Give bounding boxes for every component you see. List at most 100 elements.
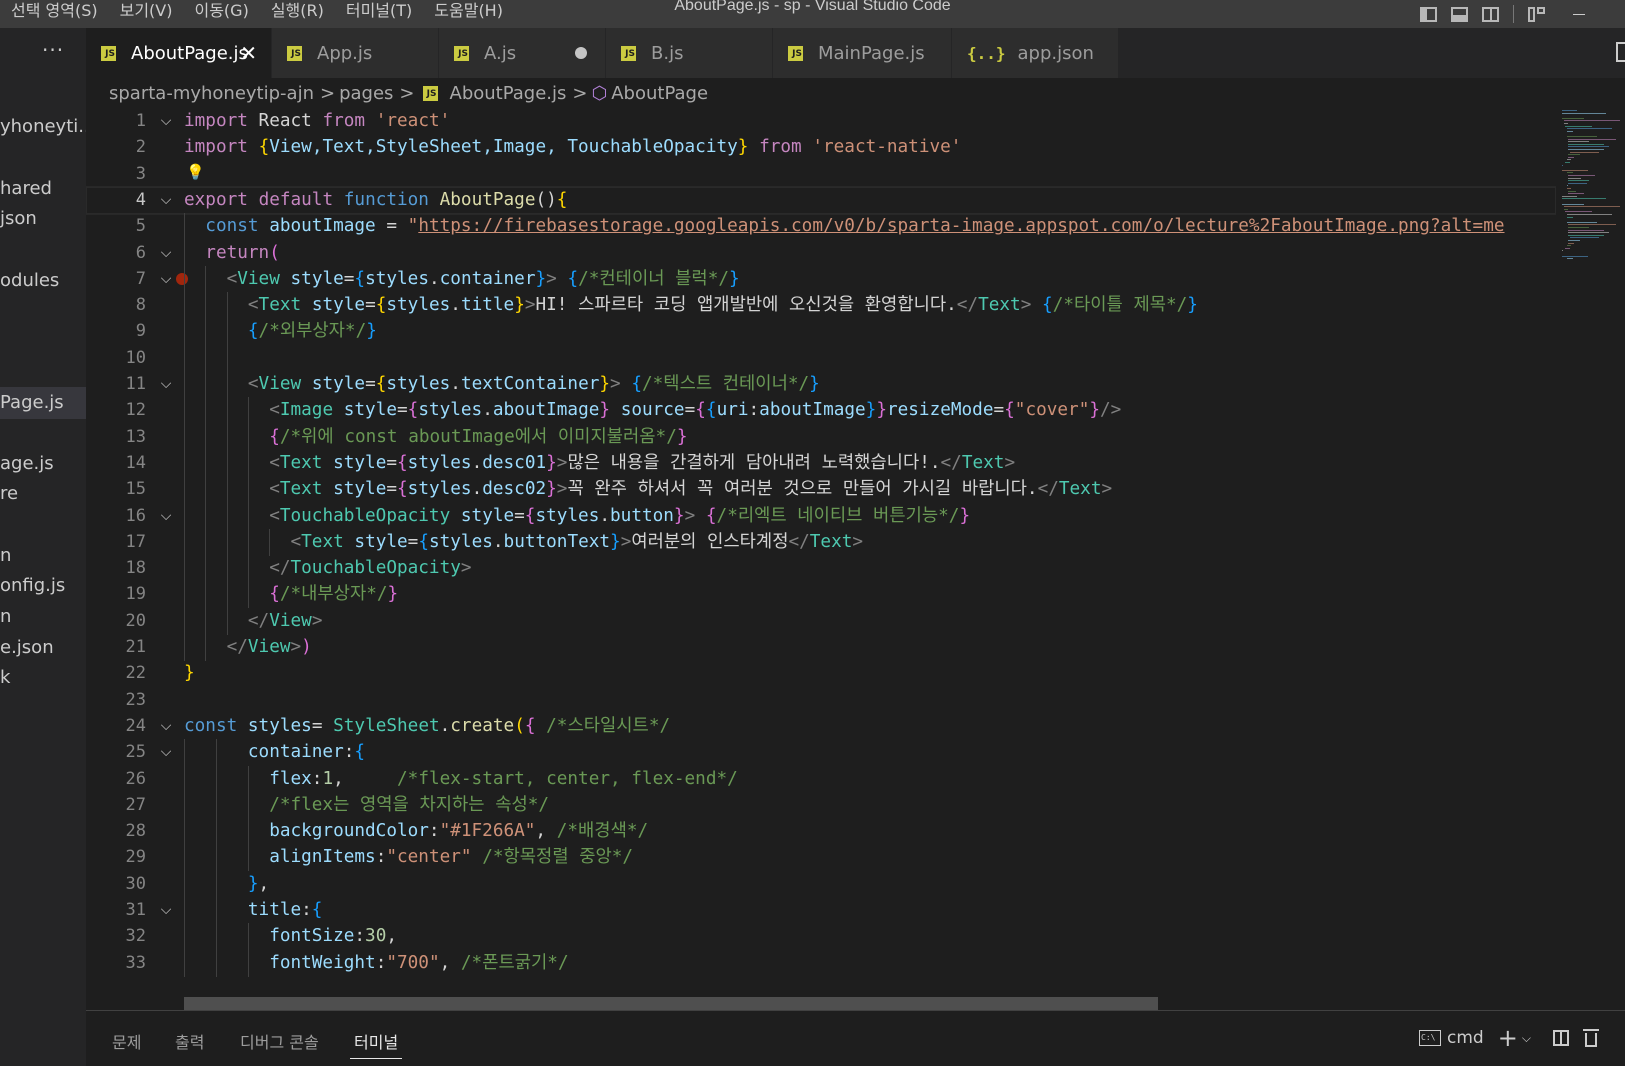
code-line[interactable]: 15 <Text style={styles.desc02}>꼭 완주 하셔서 꼭… (86, 476, 1556, 504)
indent-guide (184, 344, 185, 372)
code-line[interactable]: 1 ⌵ import React from 'react' (86, 108, 1556, 135)
tab-b-js[interactable]: JS B.js (606, 28, 773, 78)
code-editor[interactable]: 1 ⌵ import React from 'react' 2 import {View… (86, 108, 1556, 1010)
chevron-down-icon[interactable]: ⌵ (1522, 1031, 1531, 1046)
code-line[interactable]: 20 </View> (86, 607, 1556, 635)
code-line[interactable]: 18 </TouchableOpacity> (86, 555, 1556, 583)
trash-icon[interactable] (1582, 1029, 1599, 1047)
indent-guide (184, 528, 185, 556)
code-line[interactable]: 12 <Image style={styles.aboutImage} sourc… (86, 397, 1556, 425)
code-line[interactable]: 30}, (86, 870, 1556, 898)
explorer-item[interactable]: age.js (0, 448, 86, 480)
tab-terminal[interactable]: 터미널 (349, 1029, 403, 1059)
minimize-icon[interactable] (1573, 14, 1585, 15)
tab-debug-console[interactable]: 디버그 콘솔 (240, 1029, 319, 1053)
code-token: } (247, 873, 259, 894)
tab-mainpage-js[interactable]: JS MainPage.js (773, 28, 952, 78)
code-line[interactable]: 2 import {View,Text,StyleSheet,Image, Tou… (86, 134, 1556, 161)
code-line[interactable]: 3 💡 (86, 161, 1556, 188)
toggle-primary-sidebar-icon[interactable] (1420, 6, 1437, 22)
fold-chevron-icon[interactable]: ⌵ (156, 108, 176, 135)
code-token: source (620, 400, 685, 421)
code-token: = (514, 505, 525, 526)
tab-app-js[interactable]: JS App.js (272, 28, 439, 78)
code-line[interactable]: 25 ⌵ container:{ (86, 739, 1556, 767)
explorer-item[interactable]: odules (0, 265, 86, 297)
explorer-item[interactable]: hared (0, 173, 86, 205)
explorer-item[interactable]: e.json (0, 632, 86, 664)
tab-output[interactable]: 출력 (175, 1029, 204, 1053)
code-line[interactable]: 13 {/*위에 const aboutImage에서 이미지불러옴*/} (86, 423, 1556, 451)
window-title: AboutPage.js - sp - Visual Studio Code (674, 0, 951, 14)
code-line[interactable]: 27 /*flex는 영역을 차지하는 속성*/ (86, 791, 1556, 819)
customize-layout-icon[interactable] (1528, 6, 1545, 22)
new-terminal-icon[interactable]: + (1498, 1024, 1518, 1052)
code-token: { (705, 505, 717, 526)
toggle-panel-icon[interactable] (1451, 6, 1468, 22)
split-terminal-icon[interactable] (1552, 1030, 1569, 1046)
lightbulb-icon[interactable]: 💡 (186, 163, 205, 181)
code-line[interactable]: 9 {/*외부상자*/} (86, 318, 1556, 346)
explorer-item[interactable]: onfig.js (0, 570, 86, 602)
indent-guide (247, 765, 249, 793)
indent-guide (184, 634, 185, 661)
explorer-item[interactable]: re (0, 478, 86, 510)
breadcrumb-symbol[interactable]: AboutPage (611, 83, 708, 104)
explorer-item[interactable]: n (0, 540, 86, 572)
fold-chevron-icon[interactable]: ⌵ (156, 240, 176, 267)
fold-chevron-icon[interactable]: ⌵ (156, 503, 176, 530)
explorer-item[interactable]: k (0, 662, 86, 694)
code-token: , (258, 873, 270, 894)
code-line[interactable]: 6 ⌵ return( (86, 239, 1556, 267)
breadcrumb-file[interactable]: AboutPage.js (450, 83, 567, 104)
horizontal-scrollbar[interactable] (184, 997, 1158, 1010)
close-icon[interactable]: ✕ (240, 41, 257, 65)
code-line[interactable]: 19 {/*내부상자*/} (86, 581, 1556, 609)
code-line[interactable]: 8 <Text style={styles.title}>HI! 스파르타 코딩 … (86, 292, 1556, 320)
toggle-secondary-sidebar-icon[interactable] (1482, 6, 1499, 22)
explorer-item[interactable]: n (0, 601, 86, 633)
tab-a-js[interactable]: JS A.js (439, 28, 606, 78)
code-line[interactable]: 17 <Text style={styles.buttonText}>여러분의 인… (86, 528, 1556, 556)
explorer-item[interactable]: json (0, 203, 86, 235)
more-actions-icon[interactable]: ··· (42, 38, 64, 62)
code-line[interactable]: 22} (86, 660, 1556, 687)
code-line[interactable]: 21 </View>) (86, 634, 1556, 661)
code-line[interactable]: 14 <Text style={styles.desc01}>많은 내용을 간결하… (86, 449, 1556, 477)
code-line[interactable]: 29 alignItems:"center" /*항목정렬 중앙*/ (86, 844, 1556, 872)
code-token: : (748, 400, 760, 421)
code-line[interactable]: 26 flex:1, /*flex-start, center, flex-end… (86, 765, 1556, 793)
minimap[interactable] (1556, 108, 1625, 1010)
code-line[interactable]: 16 ⌵ <TouchableOpacity style={styles.butto… (86, 502, 1556, 530)
code-token: /*스타일시트*/ (546, 715, 671, 736)
fold-chevron-icon[interactable]: ⌵ (156, 371, 176, 398)
code-line[interactable]: 4 ⌵ export default function AboutPage(){ (86, 185, 1556, 215)
fold-chevron-icon[interactable]: ⌵ (156, 266, 176, 293)
unsaved-dot-icon[interactable] (575, 47, 587, 59)
code-line[interactable]: 23 (86, 687, 1556, 714)
tab-problems[interactable]: 문제 (112, 1029, 141, 1053)
breadcrumb-folder-root[interactable]: sparta-myhoneytip-ajn (86, 83, 314, 104)
breadcrumb-folder-pages[interactable]: pages (339, 83, 393, 104)
fold-chevron-icon[interactable]: ⌵ (156, 897, 176, 924)
tab-aboutpage[interactable]: JS AboutPage.js ✕ (86, 28, 272, 78)
code-text: <View style={styles.container}> {/*컨테이너 … (227, 266, 740, 293)
fold-chevron-icon[interactable]: ⌵ (156, 187, 176, 214)
code-line[interactable]: 33 fontWeight:"700", /*폰트굵기*/ (86, 949, 1556, 977)
code-line[interactable]: 10 (86, 344, 1556, 372)
fold-chevron-icon[interactable]: ⌵ (156, 713, 176, 740)
explorer-item[interactable]: yhoneyti... (0, 111, 86, 143)
indent-guide (184, 949, 185, 977)
code-line[interactable]: 5 const aboutImage = "https://firebasesto… (86, 213, 1556, 241)
explorer-item-active[interactable]: Page.js (0, 387, 86, 419)
fold-chevron-icon[interactable]: ⌵ (156, 739, 176, 766)
code-line[interactable]: 32 fontSize:30, (86, 923, 1556, 951)
code-line[interactable]: 11 ⌵ <View style={styles.textContainer}> {… (86, 371, 1556, 398)
code-line[interactable]: 31 ⌵ title:{ (86, 897, 1556, 924)
terminal-shell-name[interactable]: cmd (1447, 1028, 1484, 1048)
tab-app-json[interactable]: {..} app.json (952, 28, 1119, 78)
code-line[interactable]: 24 ⌵ const styles= StyleSheet.create({ /*스… (86, 713, 1556, 740)
split-editor-icon[interactable] (1616, 42, 1625, 62)
code-line[interactable]: 28 backgroundColor:"#1F266A", /*배경색*/ (86, 818, 1556, 846)
code-line[interactable]: 7 ⌵ <View style={styles.container}> {/*컨테이… (86, 265, 1556, 293)
